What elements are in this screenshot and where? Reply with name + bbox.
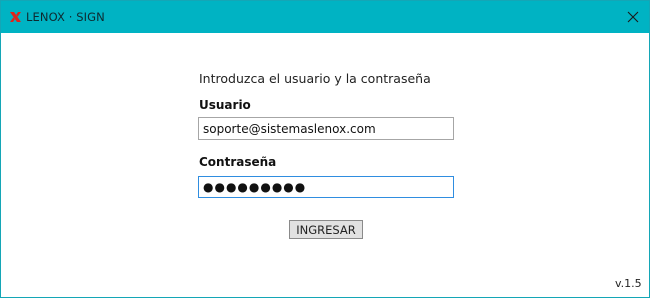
submit-button[interactable]: INGRESAR (289, 220, 363, 239)
window-title: LENOX · SIGN (26, 10, 105, 24)
close-icon (627, 11, 639, 23)
user-label: Usuario (199, 98, 251, 112)
login-window: LENOX · SIGN Introduzca el usuario y la … (0, 0, 650, 298)
login-prompt: Introduzca el usuario y la contraseña (199, 71, 431, 86)
title-bar[interactable]: LENOX · SIGN (1, 1, 649, 33)
password-label: Contraseña (199, 155, 277, 169)
password-field[interactable] (198, 176, 454, 198)
version-label: v.1.5 (615, 277, 642, 290)
lenox-x-logo-icon (10, 12, 21, 22)
close-button[interactable] (621, 5, 645, 29)
user-field[interactable] (198, 117, 454, 140)
